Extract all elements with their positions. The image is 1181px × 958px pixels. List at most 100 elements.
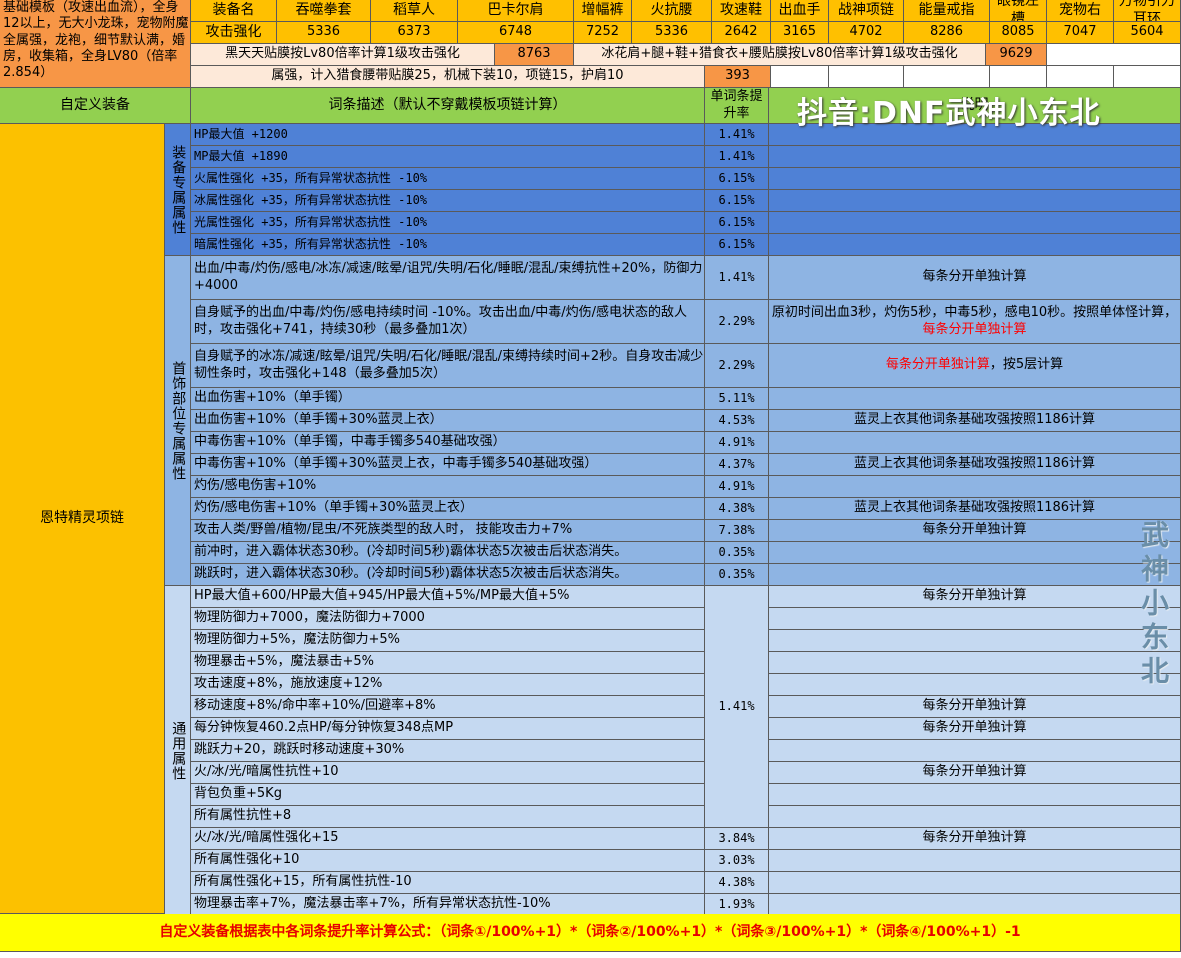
note-cell[interactable]: 每条分开单独计算 bbox=[769, 762, 1181, 784]
header-rate[interactable]: 单词条提升率 bbox=[705, 88, 769, 124]
desc-cell[interactable]: 物理防御力+7000，魔法防御力+7000 bbox=[191, 608, 705, 630]
rate-cell[interactable]: 6.15% bbox=[705, 168, 769, 190]
desc-cell[interactable]: 攻击人类/野兽/植物/昆虫/不死族类型的敌人时， 技能攻击力+7% bbox=[191, 520, 705, 542]
note-cell[interactable]: 每条分开单独计算 bbox=[769, 718, 1181, 740]
rate-cell[interactable]: 4.38% bbox=[705, 872, 769, 894]
note-cell[interactable] bbox=[769, 894, 1181, 916]
desc-cell[interactable]: 火/冰/光/暗属性强化+15 bbox=[191, 828, 705, 850]
note-cell[interactable]: 蓝灵上衣其他词条基础攻强按照1186计算 bbox=[769, 454, 1181, 476]
desc-cell[interactable]: HP最大值+600/HP最大值+945/HP最大值+5%/MP最大值+5% bbox=[191, 586, 705, 608]
desc-cell[interactable]: 自身赋予的出血/中毒/灼伤/感电持续时间 -10%。攻击出血/中毒/灼伤/感电状… bbox=[191, 300, 705, 344]
note-cell[interactable] bbox=[769, 146, 1181, 168]
rate-cell[interactable]: 6.15% bbox=[705, 190, 769, 212]
equipment-name[interactable]: 恩特精灵项链 bbox=[0, 124, 165, 914]
col-header[interactable]: 攻速鞋 bbox=[712, 0, 771, 22]
desc-cell[interactable]: 物理防御力+5%，魔法防御力+5% bbox=[191, 630, 705, 652]
desc-cell[interactable]: 出血/中毒/灼伤/感电/冰冻/减速/眩晕/诅咒/失明/石化/睡眠/混乱/束缚抗性… bbox=[191, 256, 705, 300]
col-header[interactable]: 眼镜左槽 bbox=[990, 0, 1047, 22]
section-name[interactable]: 通用属性 bbox=[165, 586, 191, 916]
note-cell[interactable] bbox=[769, 784, 1181, 806]
row2-value-a[interactable]: 8763 bbox=[495, 44, 574, 66]
rate-cell[interactable]: 4.37% bbox=[705, 454, 769, 476]
desc-cell[interactable]: 火/冰/光/暗属性抗性+10 bbox=[191, 762, 705, 784]
note-cell[interactable] bbox=[769, 190, 1181, 212]
row2-text-b[interactable]: 冰花肩+腿+鞋+猎食衣+腰贴膜按Lv80倍率计算1级攻击强化 bbox=[574, 44, 986, 66]
desc-cell[interactable]: 前冲时，进入霸体状态30秒。(冷却时间5秒)霸体状态5次被击后状态消失。 bbox=[191, 542, 705, 564]
blank-cell[interactable] bbox=[990, 66, 1047, 88]
note-cell[interactable] bbox=[769, 168, 1181, 190]
desc-cell[interactable]: 移动速度+8%/命中率+10%/回避率+8% bbox=[191, 696, 705, 718]
blank-cell[interactable] bbox=[904, 66, 990, 88]
note-cell[interactable]: 每条分开单独计算 bbox=[769, 520, 1181, 542]
rate-cell[interactable]: 1.41% bbox=[705, 146, 769, 168]
note-cell[interactable] bbox=[769, 674, 1181, 696]
note-cell[interactable] bbox=[769, 872, 1181, 894]
rate-cell[interactable]: 0.35% bbox=[705, 542, 769, 564]
attack-value[interactable]: 8286 bbox=[904, 22, 990, 44]
note-cell[interactable] bbox=[769, 542, 1181, 564]
col-header[interactable]: 火抗腰 bbox=[632, 0, 712, 22]
row3-value[interactable]: 393 bbox=[705, 66, 771, 88]
note-cell[interactable] bbox=[769, 740, 1181, 762]
desc-cell[interactable]: 攻击速度+8%，施放速度+12% bbox=[191, 674, 705, 696]
col-header[interactable]: 装备名 bbox=[191, 0, 277, 22]
rate-cell[interactable]: 2.29% bbox=[705, 344, 769, 388]
attack-value[interactable]: 7047 bbox=[1047, 22, 1114, 44]
col-header[interactable]: 能量戒指 bbox=[904, 0, 990, 22]
desc-cell[interactable]: 每分钟恢复460.2点HP/每分钟恢复348点MP bbox=[191, 718, 705, 740]
note-cell[interactable]: 每条分开单独计算 bbox=[769, 586, 1181, 608]
col-header[interactable]: 增幅裤 bbox=[574, 0, 632, 22]
note-cell[interactable]: 每条分开单独计算 bbox=[769, 256, 1181, 300]
note-cell[interactable] bbox=[769, 850, 1181, 872]
note-cell[interactable] bbox=[769, 234, 1181, 256]
note-cell[interactable] bbox=[769, 476, 1181, 498]
note-cell[interactable]: 每条分开单独计算，按5层计算 bbox=[769, 344, 1181, 388]
section-name[interactable]: 首饰部位专属属性 bbox=[165, 256, 191, 586]
blank-cell[interactable] bbox=[1047, 44, 1181, 66]
attack-value[interactable]: 7252 bbox=[574, 22, 632, 44]
note-cell[interactable] bbox=[769, 564, 1181, 586]
desc-cell[interactable]: 灼伤/感电伤害+10% bbox=[191, 476, 705, 498]
note-cell[interactable]: 每条分开单独计算 bbox=[769, 828, 1181, 850]
desc-cell[interactable]: 跳跃时，进入霸体状态30秒。(冷却时间5秒)霸体状态5次被击后状态消失。 bbox=[191, 564, 705, 586]
note-cell[interactable] bbox=[769, 608, 1181, 630]
col-header[interactable]: 巴卡尔肩 bbox=[458, 0, 574, 22]
note-cell[interactable] bbox=[769, 212, 1181, 234]
rate-cell[interactable]: 1.41% bbox=[705, 256, 769, 300]
desc-cell[interactable]: 自身赋予的冰冻/减速/眩晕/诅咒/失明/石化/睡眠/混乱/束缚持续时间+2秒。自… bbox=[191, 344, 705, 388]
desc-cell[interactable]: 中毒伤害+10%（单手镯+30%蓝灵上衣，中毒手镯多540基础攻强） bbox=[191, 454, 705, 476]
rate-cell[interactable]: 0.35% bbox=[705, 564, 769, 586]
blank-cell[interactable] bbox=[1114, 66, 1181, 88]
col-header[interactable]: 战神项链 bbox=[829, 0, 904, 22]
row-label-attack[interactable]: 攻击强化 bbox=[191, 22, 277, 44]
blank-cell[interactable] bbox=[771, 66, 829, 88]
desc-cell[interactable]: 物理暴击率+7%，魔法暴击率+7%，所有异常状态抗性-10% bbox=[191, 894, 705, 916]
note-cell[interactable]: 每条分开单独计算 bbox=[769, 696, 1181, 718]
desc-cell[interactable]: 背包负重+5Kg bbox=[191, 784, 705, 806]
base-template-note[interactable]: 基础模板（攻速出血流），全身12以上，无大小龙珠，宠物附魔全属强，龙袍，细节默认… bbox=[0, 0, 191, 88]
header-desc[interactable]: 词条描述（默认不穿戴模板项链计算） bbox=[191, 88, 705, 124]
col-header[interactable]: 吞噬拳套 bbox=[277, 0, 371, 22]
desc-cell[interactable]: 物理暴击+5%，魔法暴击+5% bbox=[191, 652, 705, 674]
note-cell[interactable]: 蓝灵上衣其他词条基础攻强按照1186计算 bbox=[769, 498, 1181, 520]
col-header[interactable]: 宠物右 bbox=[1047, 0, 1114, 22]
desc-cell[interactable]: 灼伤/感电伤害+10%（单手镯+30%蓝灵上衣） bbox=[191, 498, 705, 520]
desc-cell[interactable]: 冰属性强化 +35，所有异常状态抗性 -10% bbox=[191, 190, 705, 212]
desc-cell[interactable]: 火属性强化 +35，所有异常状态抗性 -10% bbox=[191, 168, 705, 190]
attack-value[interactable]: 5336 bbox=[277, 22, 371, 44]
attack-value[interactable]: 2642 bbox=[712, 22, 771, 44]
desc-cell[interactable]: 所有属性强化+15，所有属性抗性-10 bbox=[191, 872, 705, 894]
attack-value[interactable]: 6748 bbox=[458, 22, 574, 44]
rate-cell[interactable]: 7.38% bbox=[705, 520, 769, 542]
rate-cell[interactable]: 4.38% bbox=[705, 498, 769, 520]
desc-cell[interactable]: 出血伤害+10%（单手镯+30%蓝灵上衣） bbox=[191, 410, 705, 432]
col-header[interactable]: 稻草人 bbox=[371, 0, 458, 22]
attack-value[interactable]: 8085 bbox=[990, 22, 1047, 44]
rate-cell[interactable]: 2.29% bbox=[705, 300, 769, 344]
rate-cell[interactable]: 4.53% bbox=[705, 410, 769, 432]
rate-cell[interactable]: 1.41% bbox=[705, 124, 769, 146]
row2-text-a[interactable]: 黑天天贴膜按Lv80倍率计算1级攻击强化 bbox=[191, 44, 495, 66]
note-cell[interactable] bbox=[769, 652, 1181, 674]
desc-cell[interactable]: 中毒伤害+10%（单手镯，中毒手镯多540基础攻强） bbox=[191, 432, 705, 454]
header-custom-equip[interactable]: 自定义装备 bbox=[0, 88, 191, 124]
